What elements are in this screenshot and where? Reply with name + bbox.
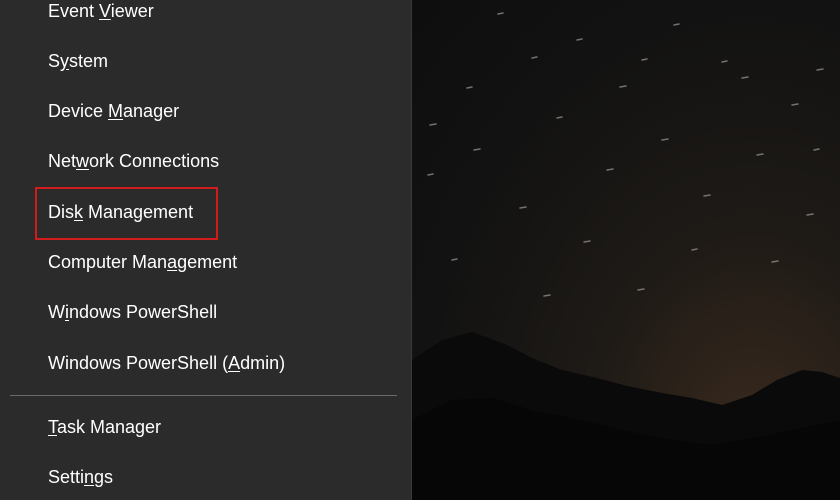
menu-item-label: gs bbox=[94, 467, 114, 487]
menu-item-label: Device bbox=[48, 101, 109, 121]
menu-item-label: ask Manager bbox=[57, 417, 162, 437]
menu-item-access-key: y bbox=[60, 51, 70, 71]
menu-item-label: ork Connections bbox=[89, 151, 220, 171]
menu-separator bbox=[10, 395, 397, 396]
menu-item-windows-powershell[interactable]: Windows PowerShell bbox=[0, 288, 411, 336]
menu-item-label: dmin) bbox=[240, 353, 286, 373]
menu-item-access-key: A bbox=[228, 353, 241, 373]
menu-item-access-key: M bbox=[108, 101, 124, 121]
star-trails bbox=[427, 12, 824, 297]
menu-item-device-manager[interactable]: Device Manager bbox=[0, 87, 411, 135]
wallpaper-scene bbox=[412, 12, 840, 500]
menu-item-access-key: T bbox=[48, 417, 57, 437]
menu-item-label: W bbox=[48, 302, 65, 322]
menu-item-label: Windows PowerShell ( bbox=[48, 353, 229, 373]
menu-item-label: stem bbox=[69, 51, 109, 71]
menu-item-access-key: k bbox=[74, 202, 83, 222]
menu-item-label: S bbox=[48, 51, 61, 71]
menu-item-windows-powershell-admin[interactable]: Windows PowerShell (Admin) bbox=[0, 339, 411, 387]
menu-item-label: Event bbox=[48, 1, 100, 21]
menu-item-access-key: w bbox=[76, 151, 90, 171]
desktop-wallpaper bbox=[412, 0, 840, 500]
menu-item-label: Management bbox=[83, 202, 194, 222]
menu-item-label: Setti bbox=[48, 467, 85, 487]
menu-item-system[interactable]: System bbox=[0, 37, 411, 85]
menu-item-label: gement bbox=[177, 252, 238, 272]
menu-item-label: Dis bbox=[48, 202, 74, 222]
menu-item-label: Net bbox=[48, 151, 77, 171]
menu-item-label: ndows PowerShell bbox=[69, 302, 218, 322]
menu-item-access-key: n bbox=[84, 467, 95, 487]
menu-item-disk-management[interactable]: Disk Management bbox=[0, 188, 411, 236]
menu-item-task-manager[interactable]: Task Manager bbox=[0, 403, 411, 451]
menu-item-settings[interactable]: Settings bbox=[0, 453, 411, 500]
menu-item-label: anager bbox=[123, 101, 180, 121]
menu-item-network-connections[interactable]: Network Connections bbox=[0, 137, 411, 185]
quick-link-menu: Event Viewer System Device Manager Netwo… bbox=[0, 0, 412, 500]
menu-item-access-key: a bbox=[167, 252, 178, 272]
menu-item-label: iewer bbox=[110, 1, 154, 21]
menu-item-access-key: V bbox=[99, 1, 111, 21]
menu-item-label: Computer Man bbox=[48, 252, 168, 272]
menu-item-computer-management[interactable]: Computer Management bbox=[0, 238, 411, 286]
screen: Event Viewer System Device Manager Netwo… bbox=[0, 0, 840, 500]
menu-item-event-viewer[interactable]: Event Viewer bbox=[0, 0, 411, 35]
